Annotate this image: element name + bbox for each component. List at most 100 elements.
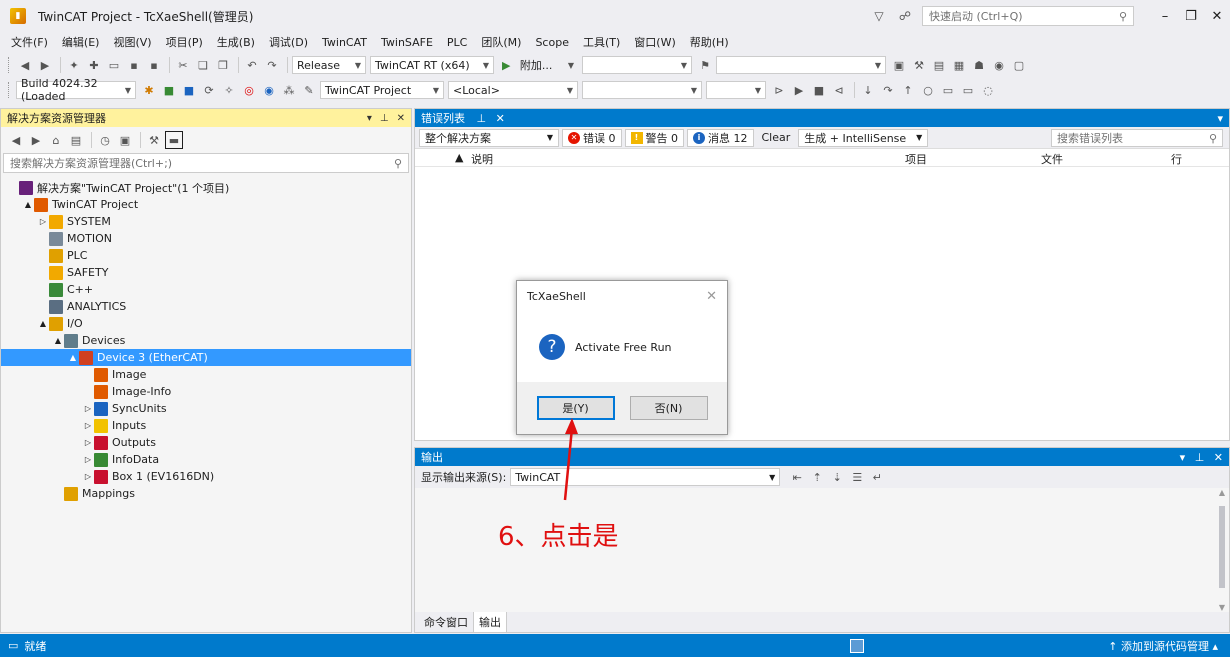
expand-toggle-icon[interactable]: ▲ <box>67 353 79 362</box>
tree-node[interactable]: ▷ InfoData <box>1 451 411 468</box>
switch-views-icon[interactable]: ▤ <box>67 131 85 149</box>
scroll-thumb[interactable] <box>1219 506 1225 588</box>
tab-output[interactable]: 输出 <box>473 612 507 633</box>
save-all-icon[interactable]: ▪ <box>145 56 163 74</box>
expand-toggle-icon[interactable]: ▷ <box>82 421 94 430</box>
expand-toggle-icon[interactable]: ▷ <box>82 455 94 464</box>
toolbox-icon[interactable]: ▤ <box>930 56 948 74</box>
clear-all-icon[interactable]: ☰ <box>848 468 866 486</box>
plc-instance-select[interactable]: ▼ <box>582 81 702 99</box>
toolbar-grip[interactable] <box>8 57 12 73</box>
properties-icon[interactable]: ⚒ <box>145 131 163 149</box>
step-over-icon[interactable]: ↷ <box>879 81 897 99</box>
errors-filter-button[interactable]: ✕ 错误 0 <box>562 128 622 147</box>
word-wrap-icon[interactable]: ↵ <box>868 468 886 486</box>
column-project[interactable]: 项目 <box>905 151 927 167</box>
tree-node[interactable]: ▷ SyncUnits <box>1 400 411 417</box>
new-project-icon[interactable]: ✦ <box>65 56 83 74</box>
menu-debug[interactable]: 调试(D) <box>262 34 315 50</box>
run-mode-icon[interactable]: ■ <box>180 81 198 99</box>
tree-node[interactable]: PLC <box>1 247 411 264</box>
expand-toggle-icon[interactable]: ▷ <box>82 472 94 481</box>
minimize-button[interactable]: – <box>1152 0 1178 32</box>
column-file[interactable]: 文件 <box>1041 151 1063 167</box>
close-icon[interactable]: ✕ <box>1214 451 1223 464</box>
scope-select[interactable]: 整个解决方案 ▼ <box>419 128 559 147</box>
column-description[interactable]: 说明 <box>471 151 493 167</box>
add-item-icon[interactable]: ✚ <box>85 56 103 74</box>
scroll-up-icon[interactable]: ▲ <box>1215 488 1229 497</box>
tree-node[interactable]: ▷ Inputs <box>1 417 411 434</box>
restore-button[interactable]: ❐ <box>1178 0 1204 32</box>
warnings-filter-button[interactable]: ! 警告 0 <box>624 128 684 147</box>
tree-node[interactable]: ▷ Outputs <box>1 434 411 451</box>
messages-filter-button[interactable]: i 消息 12 <box>687 128 754 147</box>
target-browser-icon[interactable]: ✎ <box>300 81 318 99</box>
solution-explorer-search-input[interactable]: 搜索解决方案资源管理器(Ctrl+;) ⚲ <box>3 153 409 173</box>
menu-plc[interactable]: PLC <box>440 36 474 49</box>
cut-icon[interactable]: ✂ <box>174 56 192 74</box>
pending-changes-icon[interactable]: ◷ <box>96 131 114 149</box>
paste-icon[interactable]: ❐ <box>214 56 232 74</box>
expand-toggle-icon[interactable]: ▲ <box>37 319 49 328</box>
back-icon[interactable]: ◀ <box>16 56 34 74</box>
save-icon[interactable]: ▪ <box>125 56 143 74</box>
tree-node[interactable]: 解决方案"TwinCAT Project"(1 个项目) <box>1 179 411 196</box>
tcam-icon[interactable]: ▦ <box>950 56 968 74</box>
forward-icon[interactable]: ▶ <box>36 56 54 74</box>
pin-icon[interactable]: ⊥ <box>1195 451 1205 464</box>
empty-select[interactable]: ▼ <box>582 56 692 74</box>
expand-toggle-icon[interactable]: ▷ <box>37 217 49 226</box>
column-line[interactable]: 行 <box>1171 151 1182 167</box>
find-select[interactable]: ▼ <box>716 56 886 74</box>
menu-project[interactable]: 项目(P) <box>159 34 210 50</box>
pin-icon[interactable]: ⊥ <box>477 112 487 125</box>
pin-icon[interactable]: ⊥ <box>380 113 389 124</box>
expand-toggle-icon[interactable]: ▷ <box>82 438 94 447</box>
options-icon[interactable]: ◉ <box>990 56 1008 74</box>
yes-button[interactable]: 是(Y) <box>536 396 615 420</box>
undo-icon[interactable]: ↶ <box>243 56 261 74</box>
close-icon[interactable]: ✕ <box>496 112 505 125</box>
configuration-select[interactable]: Release ▼ <box>292 56 366 74</box>
add-to-source-control-button[interactable]: ↑ 添加到源代码管理 ▴ <box>1108 638 1218 654</box>
home-icon[interactable]: ⌂ <box>47 131 65 149</box>
build-filter-select[interactable]: 生成 + IntelliSense ▼ <box>798 128 929 147</box>
menu-team[interactable]: 团队(M) <box>474 34 528 50</box>
monitor-icon[interactable]: ▭ <box>939 81 957 99</box>
notification-filter-icon[interactable]: ▽ <box>870 9 888 23</box>
menu-scope[interactable]: Scope <box>528 36 576 49</box>
plc-task-select[interactable]: ▼ <box>706 81 766 99</box>
tree-node[interactable]: ▲ Devices <box>1 332 411 349</box>
next-message-icon[interactable]: ⇣ <box>828 468 846 486</box>
toggle-free-run-icon[interactable]: ◎ <box>240 81 258 99</box>
tree-node[interactable]: Mappings <box>1 485 411 502</box>
properties-icon[interactable]: ⚒ <box>910 56 928 74</box>
tree-node[interactable]: Image <box>1 366 411 383</box>
previous-message-icon[interactable]: ⇡ <box>808 468 826 486</box>
twincat-status-icon[interactable] <box>850 638 864 653</box>
tree-node[interactable]: C++ <box>1 281 411 298</box>
toolbar-grip[interactable] <box>8 82 12 98</box>
menu-file[interactable]: 文件(F) <box>4 34 55 50</box>
tree-node[interactable]: SAFETY <box>1 264 411 281</box>
scan-icon[interactable]: ✧ <box>220 81 238 99</box>
breakpoint-icon[interactable]: ○ <box>919 81 937 99</box>
expand-toggle-icon[interactable]: ▲ <box>52 336 64 345</box>
project-select[interactable]: TwinCAT Project ▼ <box>320 81 444 99</box>
logout-icon[interactable]: ⊲ <box>830 81 848 99</box>
build-version-select[interactable]: Build 4024.32 (Loaded ▼ <box>16 77 136 103</box>
show-online-icon[interactable]: ◉ <box>260 81 278 99</box>
login-icon[interactable]: ⊳ <box>770 81 788 99</box>
tab-command-window[interactable]: 命令窗口 <box>419 612 473 632</box>
chevron-down-icon[interactable]: ▾ <box>1180 451 1186 464</box>
start-icon[interactable]: ▶ <box>790 81 808 99</box>
no-button[interactable]: 否(N) <box>629 396 708 420</box>
stop-icon[interactable]: ■ <box>810 81 828 99</box>
solution-explorer-icon[interactable]: ▣ <box>890 56 908 74</box>
team-icon[interactable]: ☗ <box>970 56 988 74</box>
chevron-down-icon[interactable]: ▾ <box>1217 112 1223 125</box>
platform-select[interactable]: TwinCAT RT (x64) ▼ <box>370 56 494 74</box>
menu-twinsafe[interactable]: TwinSAFE <box>374 36 440 49</box>
watch-icon[interactable]: ▭ <box>959 81 977 99</box>
